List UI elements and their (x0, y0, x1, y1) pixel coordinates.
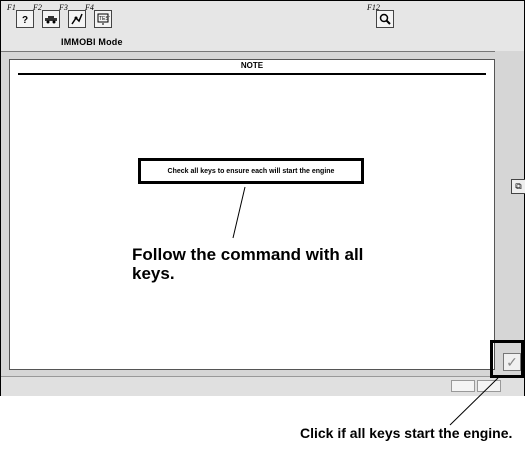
f12-tool[interactable]: F12 (367, 3, 399, 33)
command-callout: Follow the command with all keys. (132, 245, 364, 283)
f4-key-label: F4 (85, 3, 94, 12)
confirm-button[interactable]: ✓ (503, 353, 521, 371)
f3-key-label: F3 (59, 3, 68, 12)
f4-tool[interactable]: F4 TEST (85, 3, 117, 33)
window-icon[interactable]: ⧉ (511, 179, 525, 194)
svg-text:TEST: TEST (99, 16, 110, 22)
note-panel: NOTE Check all keys to ensure each will … (9, 59, 495, 370)
status-slot-2 (477, 380, 501, 392)
f1-key-label: F1 (7, 3, 16, 12)
toolbar: F1 ? F2 F3 F4 TEST F12 (1, 1, 524, 52)
confirm-callout: Click if all keys start the engine. (300, 425, 513, 441)
status-slot-1 (451, 380, 475, 392)
immobilizer-window: F1 ? F2 F3 F4 TEST F12 (0, 0, 525, 396)
title-divider (18, 73, 486, 75)
mode-label: IMMOBI Mode (61, 37, 123, 47)
command-message: Check all keys to ensure each will start… (138, 158, 364, 184)
magnify-icon[interactable] (376, 10, 394, 28)
note-title: NOTE (240, 61, 264, 70)
diagnostic-icon[interactable] (68, 10, 86, 28)
right-side-panel (495, 51, 524, 371)
status-bar (1, 376, 524, 396)
test-icon[interactable]: TEST (94, 10, 112, 28)
svg-text:?: ? (22, 15, 28, 25)
help-icon[interactable]: ? (16, 10, 34, 28)
car-icon[interactable] (42, 10, 60, 28)
f2-key-label: F2 (33, 3, 42, 12)
